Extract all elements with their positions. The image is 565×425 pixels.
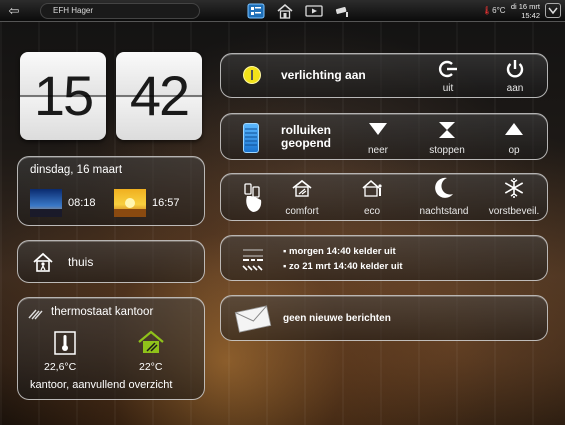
timer-entry-text: morgen 14:40 kelder uit: [289, 246, 396, 257]
snowflake-icon[interactable]: [503, 177, 525, 199]
presence-label: thuis: [68, 255, 94, 269]
scenes-panel: comfort eco nachtstand vorstbeveil.: [220, 173, 548, 221]
thermometer-icon: 🌡: [482, 6, 493, 15]
media-icon[interactable]: [305, 3, 323, 19]
app-title[interactable]: EFH Hager: [40, 3, 200, 19]
lighting-on-button[interactable]: aan: [500, 83, 530, 94]
presence-panel[interactable]: thuis: [17, 240, 205, 283]
back-arrow-icon[interactable]: ⇦: [4, 3, 24, 19]
clock-hours: 15: [20, 52, 106, 140]
time-label: 15:42: [521, 11, 540, 20]
scene-nightmode-button[interactable]: nachtstand: [414, 206, 474, 217]
scene-hand-icon: [241, 182, 265, 214]
timer-entry-text: zo 21 mrt 14:40 kelder uit: [289, 261, 403, 272]
timer-entry: ▪ zo 21 mrt 14:40 kelder uit: [283, 261, 403, 272]
timer-entry: ▪ morgen 14:40 kelder uit: [283, 246, 396, 257]
date-time: di 16 mrt 15:42: [502, 2, 540, 20]
lighting-status: verlichting aan: [281, 68, 366, 82]
thermostat-title: thermostaat kantoor: [51, 306, 154, 318]
messages-label: geen nieuwe berichten: [283, 313, 391, 324]
date-label: di 16 mrt: [510, 2, 540, 11]
scene-eco-button[interactable]: eco: [357, 206, 387, 217]
thermostat-footer[interactable]: kantoor, aanvullend overzicht: [30, 379, 172, 391]
shutters-status-line2: geopend: [281, 136, 331, 150]
sunrise-icon: [30, 189, 62, 217]
thermometer-icon: [54, 331, 76, 355]
sunrise-time: 08:18: [68, 197, 96, 209]
comfort-icon[interactable]: [291, 179, 313, 197]
scene-frostprotection-button[interactable]: vorstbeveil.: [483, 206, 545, 217]
power-off-icon[interactable]: [437, 59, 459, 79]
home-icon[interactable]: [276, 3, 294, 19]
chevron-down-icon[interactable]: [545, 3, 561, 18]
timers-panel[interactable]: ▪ morgen 14:40 kelder uit ▪ zo 21 mrt 14…: [220, 235, 548, 281]
lighting-panel: verlichting aan uit aan: [220, 53, 548, 98]
top-bar: ⇦ EFH Hager 🌡6°C di 16 mrt 15:42: [0, 0, 565, 22]
shutters-up-button[interactable]: op: [499, 145, 529, 156]
camera-icon[interactable]: [334, 3, 352, 19]
envelope-icon: [233, 304, 273, 334]
shutters-down-button[interactable]: neer: [363, 145, 393, 156]
date-label: dinsdag, 16 maart: [30, 164, 123, 176]
thermostat-panel[interactable]: thermostaat kantoor 22,6°C 22°C kantoor,…: [17, 297, 205, 400]
power-on-icon[interactable]: [504, 59, 526, 79]
moon-icon[interactable]: [434, 177, 454, 199]
day-panel[interactable]: dinsdag, 16 maart 08:18 16:57: [17, 156, 205, 226]
home-icon: [32, 251, 54, 273]
scene-comfort-button[interactable]: comfort: [277, 206, 327, 217]
hourglass-stop-icon[interactable]: [437, 121, 457, 139]
shutters-panel: rolluiken geopend neer stoppen op: [220, 113, 548, 160]
shutters-status: rolluiken geopend: [281, 124, 331, 150]
messages-panel[interactable]: geen nieuwe berichten: [220, 295, 548, 341]
shutter-icon: [243, 123, 259, 153]
current-temperature: 22,6°C: [44, 361, 77, 373]
comfort-home-icon: [137, 329, 165, 355]
timer-icon: [241, 246, 265, 272]
shutters-stop-button[interactable]: stoppen: [423, 145, 471, 156]
arrow-up-icon[interactable]: [504, 122, 524, 136]
heating-icon: [28, 307, 44, 320]
eco-icon[interactable]: [361, 179, 383, 197]
light-status-indicator-icon: [243, 66, 261, 84]
timer-list: ▪ morgen 14:40 kelder uit ▪ zo 21 mrt 14…: [283, 244, 403, 274]
set-temperature: 22°C: [139, 361, 163, 373]
clock-minutes: 42: [116, 52, 202, 140]
dashboard-icon[interactable]: [247, 3, 265, 19]
sunset-time: 16:57: [152, 197, 180, 209]
arrow-down-icon[interactable]: [368, 122, 388, 136]
sunset-icon: [114, 189, 146, 217]
lighting-off-button[interactable]: uit: [433, 83, 463, 94]
